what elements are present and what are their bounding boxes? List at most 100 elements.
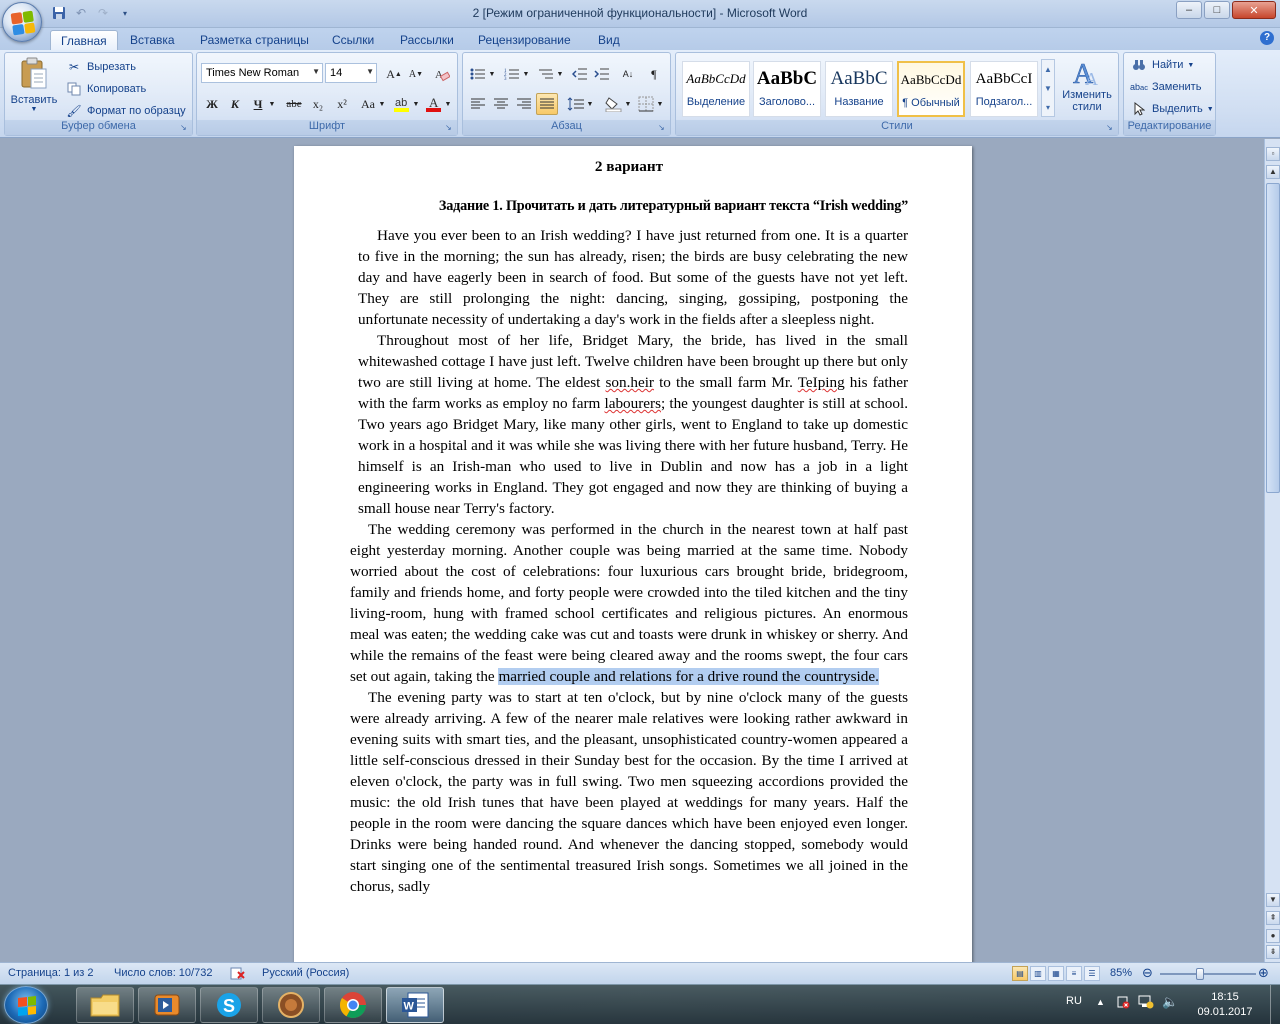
taskbar-media-player[interactable] (138, 987, 196, 1023)
shading-dropdown-icon[interactable]: ▼ (623, 93, 633, 115)
taskbar-skype[interactable]: S (200, 987, 258, 1023)
zoom-slider[interactable] (1160, 973, 1256, 975)
tab-view[interactable]: Вид (588, 30, 630, 50)
scroll-up-icon[interactable]: ▲ (1266, 165, 1280, 179)
bullets-icon[interactable] (467, 63, 489, 85)
show-formatting-icon[interactable]: ¶ (643, 63, 665, 85)
document-page[interactable]: 2 вариант Задание 1. Прочитать и дать ли… (294, 146, 972, 962)
font-color-icon[interactable]: A (423, 93, 445, 115)
highlight-icon[interactable]: ab (391, 93, 413, 115)
multilevel-dropdown-icon[interactable]: ▼ (555, 63, 565, 85)
dialog-launcher-icon[interactable]: ↘ (658, 123, 668, 133)
shrink-font-icon[interactable]: A ▼ (405, 63, 427, 85)
styles-scroll[interactable]: ▲ ▼ ▾ (1041, 59, 1055, 117)
clock[interactable]: 18:15 09.01.2017 (1190, 990, 1260, 1020)
tab-mailings[interactable]: Рассылки (390, 30, 464, 50)
numbering-icon[interactable]: 123 (501, 63, 523, 85)
bold-button[interactable]: Ж (201, 93, 223, 115)
font-size-combo[interactable]: 14 ▼ (325, 63, 377, 83)
zoom-in-icon[interactable]: ⊕ (1258, 965, 1269, 981)
draft-view-icon[interactable]: ☰ (1084, 966, 1100, 981)
dialog-launcher-icon[interactable]: ↘ (180, 123, 190, 133)
previous-page-icon[interactable]: ⇞ (1266, 911, 1280, 925)
shading-icon[interactable] (603, 93, 625, 115)
style-heading[interactable]: AaBbC Заголово... (753, 61, 821, 117)
taskbar-app-4[interactable] (262, 987, 320, 1023)
proofing-icon[interactable] (230, 967, 246, 983)
web-layout-icon[interactable]: ▦ (1048, 966, 1064, 981)
font-color-dropdown-icon[interactable]: ▼ (443, 93, 453, 115)
paste-button[interactable]: Вставить ▼ (7, 57, 61, 113)
subscript-button[interactable]: x₂ (307, 93, 329, 115)
strikethrough-button[interactable]: abe (283, 93, 305, 115)
scroll-down-icon[interactable]: ▼ (1266, 893, 1280, 907)
font-name-combo[interactable]: Times New Roman ▼ (201, 63, 323, 83)
spellcheck-word[interactable]: TeIping (798, 374, 845, 391)
tab-insert[interactable]: Вставка (120, 30, 185, 50)
borders-dropdown-icon[interactable]: ▼ (655, 93, 665, 115)
tab-home[interactable]: Главная (50, 30, 118, 50)
grow-font-icon[interactable]: A ▲ (383, 63, 405, 85)
maximize-button[interactable]: □ (1204, 1, 1230, 19)
select-button[interactable]: Выделить ▼ (1130, 99, 1214, 119)
outline-view-icon[interactable]: ≡ (1066, 966, 1082, 981)
highlight-dropdown-icon[interactable]: ▼ (411, 93, 421, 115)
line-spacing-dropdown-icon[interactable]: ▼ (585, 93, 595, 115)
full-screen-reading-icon[interactable]: ▥ (1030, 966, 1046, 981)
replace-button[interactable]: ab ac Заменить (1130, 77, 1201, 97)
numbering-dropdown-icon[interactable]: ▼ (521, 63, 531, 85)
input-language[interactable]: RU (1066, 995, 1082, 1007)
dialog-launcher-icon[interactable]: ↘ (445, 123, 455, 133)
taskbar-chrome[interactable] (324, 987, 382, 1023)
word-count[interactable]: Число слов: 10/732 (114, 967, 212, 979)
office-button[interactable] (2, 2, 42, 42)
change-case-dropdown-icon[interactable]: ▼ (377, 93, 387, 115)
style-emphasis[interactable]: AaBbCcDd Выделение (682, 61, 750, 117)
format-painter-button[interactable]: 🖌 Формат по образцу (65, 101, 185, 121)
ruler-toggle-icon[interactable]: ▫ (1266, 147, 1280, 161)
align-left-icon[interactable] (467, 93, 489, 115)
underline-button[interactable]: Ч (247, 93, 269, 115)
tab-page-layout[interactable]: Разметка страницы (190, 30, 319, 50)
decrease-indent-icon[interactable] (569, 63, 591, 85)
zoom-out-icon[interactable]: ⊖ (1142, 965, 1153, 981)
minimize-button[interactable]: – (1176, 1, 1202, 19)
volume-icon[interactable]: 🔈 (1162, 994, 1178, 1010)
show-desktop-button[interactable] (1270, 985, 1280, 1024)
style-title[interactable]: AaBbC Название (825, 61, 893, 117)
borders-icon[interactable] (635, 93, 657, 115)
sort-icon[interactable]: A↓ (617, 63, 639, 85)
select-browse-object-icon[interactable]: ● (1266, 929, 1280, 943)
document-body[interactable]: 2 вариант Задание 1. Прочитать и дать ли… (350, 146, 908, 897)
italic-button[interactable]: К (224, 93, 246, 115)
page-count[interactable]: Страница: 1 из 2 (8, 967, 94, 979)
scroll-down-icon[interactable]: ▼ (1042, 79, 1054, 98)
style-subtitle[interactable]: AaBbCcI Подзагол... (970, 61, 1038, 117)
next-page-icon[interactable]: ⇟ (1266, 945, 1280, 959)
multilevel-list-icon[interactable] (535, 63, 557, 85)
underline-dropdown-icon[interactable]: ▼ (267, 93, 277, 115)
close-button[interactable]: ✕ (1232, 1, 1276, 19)
start-button[interactable] (4, 986, 48, 1024)
spellcheck-word[interactable]: labourers (604, 395, 661, 412)
clear-formatting-icon[interactable]: A (431, 63, 453, 85)
zoom-slider-thumb[interactable] (1196, 968, 1204, 980)
zoom-level[interactable]: 85% (1110, 967, 1132, 979)
justify-icon[interactable] (536, 93, 558, 115)
tab-review[interactable]: Рецензирование (468, 30, 581, 50)
change-styles-button[interactable]: AA Изменить стили (1058, 57, 1116, 113)
print-layout-view-icon[interactable]: ▤ (1012, 966, 1028, 981)
language-indicator[interactable]: Русский (Россия) (262, 967, 349, 979)
bullets-dropdown-icon[interactable]: ▼ (487, 63, 497, 85)
show-hidden-icons-icon[interactable]: ▲ (1096, 997, 1105, 1007)
more-styles-icon[interactable]: ▾ (1042, 98, 1054, 117)
copy-button[interactable]: Копировать (65, 79, 146, 99)
spellcheck-word[interactable]: son.heir (605, 374, 654, 391)
tab-references[interactable]: Ссылки (322, 30, 384, 50)
superscript-button[interactable]: x² (331, 93, 353, 115)
scroll-up-icon[interactable]: ▲ (1042, 60, 1054, 79)
cut-button[interactable]: ✂ Вырезать (65, 57, 136, 77)
line-spacing-icon[interactable] (565, 93, 587, 115)
change-case-button[interactable]: Aa (357, 93, 379, 115)
action-center-icon[interactable] (1116, 995, 1130, 1012)
